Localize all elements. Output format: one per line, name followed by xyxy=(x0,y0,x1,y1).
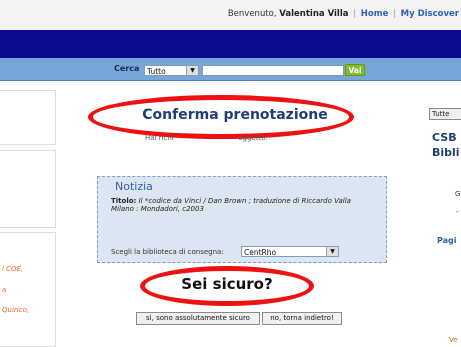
user-name: Valentina Villa xyxy=(279,9,349,19)
search-scope-value: Tutto xyxy=(147,67,166,76)
subtitle-right: oggetto: xyxy=(238,134,268,142)
welcome-message: Benvenuto, Valentina Villa | Home | My D… xyxy=(228,9,459,19)
record-heading: Notizia xyxy=(115,180,153,193)
record-details: Titolo: Il *codice da Vinci / Dan Brown … xyxy=(111,197,373,213)
left-panel xyxy=(0,90,56,145)
right-pages-link[interactable]: Pagi xyxy=(437,236,457,245)
header-banner xyxy=(0,30,461,58)
subtitle: Hai richi oggetto: xyxy=(145,134,268,142)
red-annotation-circle xyxy=(88,95,354,139)
record-title-label: Titolo: xyxy=(111,197,137,205)
dropdown-arrow-icon[interactable]: ▼ xyxy=(326,247,338,256)
left-panel xyxy=(0,150,56,228)
right-link[interactable]: Ve xyxy=(449,336,458,344)
right-heading: CSB xyxy=(432,131,457,144)
subtitle-left: Hai richi xyxy=(145,134,174,142)
red-annotation-circle xyxy=(140,266,314,306)
search-label: Cerca xyxy=(114,64,140,73)
welcome-prefix: Benvenuto, xyxy=(227,9,277,19)
confirm-no-button[interactable]: no, torna indietro! xyxy=(262,312,342,325)
branch-label: Scegli la biblioteca di consegna: xyxy=(111,248,224,256)
record-publication: Milano : Mondadori, c2003 xyxy=(111,205,204,213)
right-text: - xyxy=(456,208,459,216)
separator: | xyxy=(353,9,357,19)
home-link[interactable]: Home xyxy=(361,9,389,19)
tutte-button[interactable]: Tutte xyxy=(429,108,461,120)
confirm-yes-button[interactable]: sì, sono assolutamente sicuro xyxy=(136,312,260,325)
search-input[interactable] xyxy=(202,65,344,76)
top-welcome-bar: Benvenuto, Valentina Villa | Home | My D… xyxy=(0,0,461,31)
branch-select[interactable]: CentRho ▼ xyxy=(241,246,339,257)
search-scope-select[interactable]: Tutto ▼ xyxy=(144,65,199,76)
left-link[interactable]: Quirico, xyxy=(2,306,29,314)
left-link[interactable]: a xyxy=(2,286,6,294)
branch-value: CentRho xyxy=(244,248,277,257)
dropdown-arrow-icon[interactable]: ▼ xyxy=(186,66,198,75)
right-text: G xyxy=(455,190,461,198)
right-heading: Bibli xyxy=(432,146,460,159)
left-panel xyxy=(0,232,56,347)
separator: | xyxy=(393,9,396,19)
left-link[interactable]: i COE, xyxy=(2,265,23,273)
my-discover-link[interactable]: My Discover xyxy=(401,9,459,19)
search-go-button[interactable]: Vai xyxy=(345,64,365,76)
record-title-value: Il *codice da Vinci / Dan Brown ; traduz… xyxy=(138,197,351,205)
